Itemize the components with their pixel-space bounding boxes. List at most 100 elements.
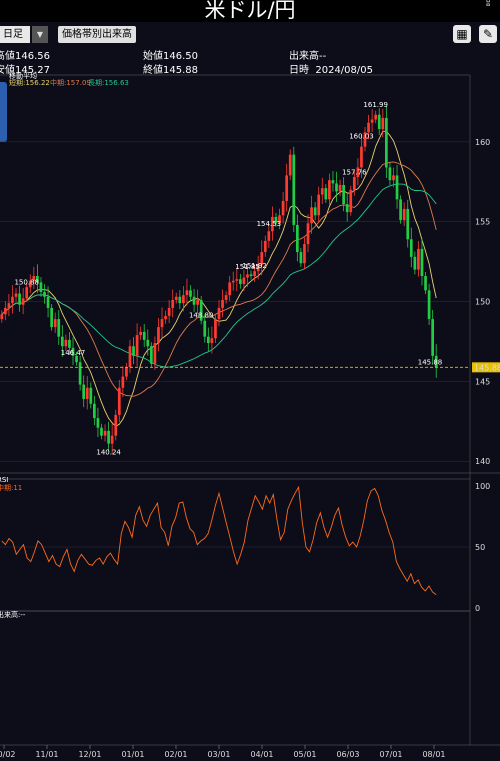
x-tick-label: 08/01: [422, 750, 445, 759]
candle-up: [392, 175, 395, 181]
candle-down: [377, 114, 381, 130]
candle-up: [174, 296, 178, 300]
y-tick-label: 145: [475, 377, 490, 386]
candle-down: [142, 331, 146, 340]
candle-up: [253, 271, 256, 276]
candle-up: [110, 435, 114, 444]
candle-up: [306, 223, 310, 245]
candle-up: [171, 299, 175, 308]
candle-down: [107, 430, 110, 444]
rsi-legend: 中期:11: [0, 483, 22, 492]
ma-short-legend: 短期:156.22: [9, 78, 50, 87]
candle-down: [239, 279, 242, 284]
candle-up: [417, 248, 420, 270]
candle-down: [335, 183, 338, 192]
candle-down: [100, 427, 103, 436]
candle-up: [224, 295, 228, 300]
candle-down: [409, 239, 413, 257]
price-annotation: 157.76: [342, 169, 367, 177]
candle-up: [3, 307, 7, 315]
candle-up: [185, 290, 189, 296]
long-ma-line: [1, 183, 437, 368]
ma-long-legend: 長期:156.63: [88, 79, 129, 87]
candle-up: [128, 346, 132, 368]
price-annotation: 145.88: [418, 358, 443, 366]
candle-up: [53, 319, 57, 328]
x-tick-label: 01/01: [121, 750, 144, 759]
candle-up: [352, 177, 356, 190]
candle-up: [7, 303, 11, 308]
candle-up: [246, 274, 249, 278]
candle-up: [64, 339, 68, 347]
candle-up: [242, 277, 246, 284]
candle-up: [320, 188, 324, 195]
candle-up: [231, 280, 235, 283]
candle-up: [135, 335, 139, 356]
candle-up: [360, 146, 363, 168]
candle-down: [39, 282, 43, 292]
candle-up: [370, 119, 374, 123]
candle-down: [406, 208, 410, 240]
candle-up: [303, 244, 306, 264]
price-annotation: 150.88: [14, 278, 39, 286]
candle-down: [249, 274, 253, 276]
price-annotation: 161.99: [363, 101, 388, 109]
candle-up: [164, 315, 167, 320]
candle-down: [420, 248, 424, 276]
price-annotation: 140.24: [96, 448, 121, 456]
candle-down: [427, 290, 431, 320]
candle-down: [345, 204, 349, 213]
candle-up: [85, 387, 89, 399]
candle-up: [381, 117, 385, 130]
candle-up: [235, 279, 239, 281]
candle-down: [395, 175, 399, 200]
candle-down: [399, 199, 402, 221]
candle-down: [43, 291, 46, 297]
candle-up: [217, 307, 221, 320]
candle-down: [431, 319, 435, 356]
x-tick-label: 04/01: [250, 750, 273, 759]
candle-down: [132, 346, 135, 356]
candle-up: [182, 295, 185, 304]
candle-down: [299, 252, 303, 264]
candle-up: [367, 122, 370, 133]
volume-panel-label: 出来高:--: [0, 610, 26, 619]
candle-up: [374, 114, 378, 120]
candle-down: [388, 167, 392, 181]
candle-down: [292, 154, 296, 225]
candle-up: [125, 367, 128, 377]
short-ma-line: [1, 130, 437, 427]
candle-up: [157, 327, 160, 344]
rsi-tick-label: 100: [475, 482, 490, 491]
candle-up: [317, 194, 321, 216]
x-tick-label: 06/03: [336, 750, 359, 759]
candle-up: [310, 207, 313, 224]
candle-down: [50, 307, 53, 328]
candle-up: [285, 175, 289, 201]
candle-down: [149, 346, 153, 364]
candle-up: [153, 343, 157, 364]
ma-mid-legend: 中期:157.09: [50, 78, 91, 87]
candle-up: [267, 231, 271, 241]
rsi-tick-label: 0: [475, 604, 480, 613]
rsi-title: RSI: [0, 476, 8, 484]
price-chart[interactable]: 移動平均 短期:156.22 中期:157.09 長期:156.63 RSI 中…: [0, 0, 500, 761]
candle-down: [424, 276, 427, 291]
price-annotation: 160.03: [349, 132, 374, 140]
candle-up: [349, 189, 353, 213]
candle-up: [328, 180, 331, 200]
x-tick-label: 11/01: [35, 750, 58, 759]
candle-down: [413, 256, 417, 270]
candle-down: [178, 296, 182, 304]
candle-down: [93, 403, 96, 419]
candle-up: [114, 414, 118, 436]
candle-down: [324, 188, 328, 200]
candle-down: [331, 180, 335, 184]
candle-up: [139, 331, 143, 336]
candle-down: [192, 296, 196, 305]
candle-down: [313, 207, 317, 216]
candle-up: [281, 200, 285, 216]
candle-down: [295, 224, 299, 253]
candle-up: [11, 296, 14, 304]
candle-up: [160, 319, 164, 328]
